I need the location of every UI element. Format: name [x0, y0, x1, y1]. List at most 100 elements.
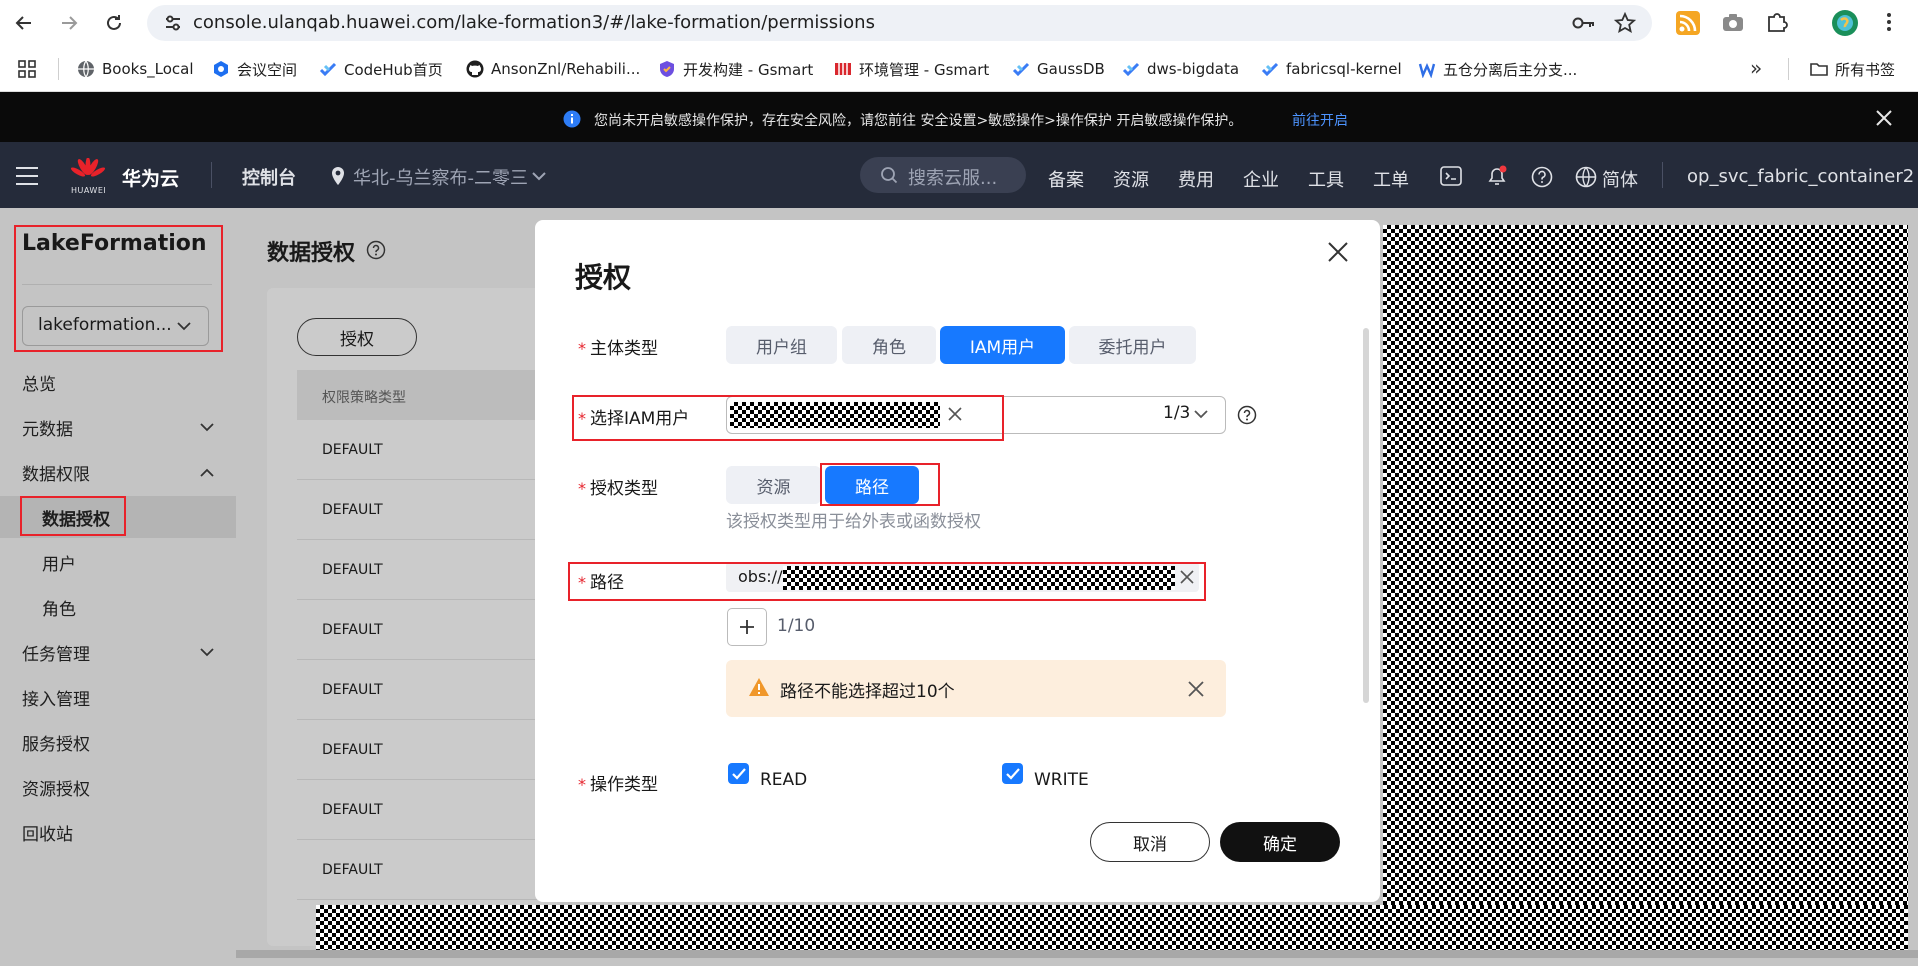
- sidebar-item-users[interactable]: 用户: [42, 550, 76, 575]
- sidebar-item-metadata[interactable]: 元数据: [22, 415, 73, 440]
- bookmark-item[interactable]: CodeHub首页: [319, 58, 443, 80]
- auth-option-resource[interactable]: 资源: [726, 466, 821, 504]
- bookmark-item[interactable]: 会议空间: [212, 58, 297, 80]
- sidebar-item-recycle-bin[interactable]: 回收站: [22, 820, 73, 845]
- enable-protection-link[interactable]: 前往开启: [1292, 110, 1348, 130]
- principal-option-user-group[interactable]: 用户组: [726, 326, 837, 364]
- nav-enterprise[interactable]: 企业: [1243, 166, 1279, 192]
- chevron-down-icon[interactable]: [1194, 410, 1208, 419]
- table-row[interactable]: DEFAULT: [297, 420, 557, 480]
- table-row[interactable]: DEFAULT: [297, 600, 557, 660]
- codehub-icon: [319, 62, 337, 77]
- console-link[interactable]: 控制台: [242, 164, 296, 190]
- forward-button[interactable]: [57, 11, 81, 35]
- close-warning-icon[interactable]: [1188, 681, 1204, 697]
- close-notice-icon[interactable]: [1874, 108, 1894, 128]
- column-header-policy-type[interactable]: 权限策略类型: [322, 387, 406, 407]
- horizontal-scrollbar[interactable]: [236, 950, 1918, 958]
- notification-bell-icon[interactable]: [1486, 165, 1508, 187]
- back-button[interactable]: [12, 11, 36, 35]
- table-row[interactable]: DEFAULT: [297, 720, 557, 780]
- brand-name[interactable]: 华为云: [122, 164, 179, 191]
- chevron-down-icon[interactable]: [532, 172, 546, 181]
- chevron-down-icon[interactable]: [200, 423, 214, 432]
- cancel-button[interactable]: 取消: [1090, 822, 1210, 862]
- extensions-puzzle-icon[interactable]: [1766, 11, 1788, 33]
- chevron-down-icon[interactable]: [200, 648, 214, 657]
- bookmarks-divider: [58, 58, 59, 80]
- grant-button[interactable]: 授权: [297, 318, 417, 356]
- path-count: 1/10: [777, 616, 816, 636]
- region-selector[interactable]: 华北-乌兰察布-二零三: [353, 164, 528, 190]
- redacted-region-right: [1383, 225, 1908, 955]
- bookmark-item[interactable]: fabricsql-kernel: [1261, 58, 1402, 80]
- sidebar-item-access-management[interactable]: 接入管理: [22, 685, 90, 710]
- sidebar-item-task-management[interactable]: 任务管理: [22, 640, 90, 665]
- annotation-highlight-path: [568, 562, 1206, 601]
- add-path-button[interactable]: [727, 608, 767, 646]
- rss-icon[interactable]: [1676, 11, 1700, 35]
- table-row[interactable]: DEFAULT: [297, 840, 557, 900]
- write-checkbox-label[interactable]: WRITE: [1034, 770, 1089, 790]
- sidebar-item-data-permissions[interactable]: 数据权限: [22, 460, 90, 485]
- bookmark-item[interactable]: AnsonZnl/Rehabili...: [466, 58, 640, 80]
- huawei-logo-icon[interactable]: [70, 158, 106, 184]
- plus-icon: [740, 620, 754, 634]
- dws-icon: [1122, 62, 1140, 77]
- nav-tools[interactable]: 工具: [1308, 166, 1344, 192]
- write-checkbox[interactable]: [1002, 763, 1023, 784]
- all-bookmarks-button[interactable]: 所有书签: [1810, 58, 1895, 80]
- bookmark-item[interactable]: GaussDB: [1012, 58, 1105, 80]
- close-dialog-icon[interactable]: [1327, 241, 1349, 263]
- read-checkbox[interactable]: [728, 763, 749, 784]
- sidebar-item-service-authorization[interactable]: 服务授权: [22, 730, 90, 755]
- language-globe-icon[interactable]: [1575, 166, 1597, 188]
- terminal-icon[interactable]: [1440, 166, 1462, 186]
- info-icon: [563, 110, 581, 128]
- gsmart-shield-icon: [660, 61, 674, 77]
- help-circle-icon[interactable]: [1237, 405, 1257, 425]
- nav-filing[interactable]: 备案: [1048, 166, 1084, 192]
- bookmark-item[interactable]: 开发构建 - Gsmart: [658, 58, 813, 80]
- chevron-up-icon[interactable]: [200, 468, 214, 477]
- language-selector[interactable]: 简体: [1602, 166, 1638, 192]
- password-key-icon[interactable]: [1572, 13, 1596, 33]
- bookmark-item[interactable]: dws-bigdata: [1122, 58, 1239, 80]
- bookmark-item[interactable]: 环境管理 - Gsmart: [834, 58, 989, 80]
- table-row[interactable]: DEFAULT: [297, 480, 557, 540]
- nav-tickets[interactable]: 工单: [1373, 166, 1409, 192]
- nav-billing[interactable]: 费用: [1178, 166, 1214, 192]
- hamburger-menu-icon[interactable]: [15, 166, 39, 186]
- folder-icon: [1810, 63, 1828, 76]
- reload-button[interactable]: [102, 11, 126, 35]
- bookmark-item[interactable]: 五仓分离后主分支...: [1418, 58, 1577, 80]
- url-text[interactable]: console.ulanqab.huawei.com/lake-formatio…: [193, 12, 875, 33]
- username[interactable]: op_svc_fabric_container2: [1687, 166, 1914, 187]
- bookmark-item[interactable]: Books_Local: [77, 58, 194, 80]
- sidebar-item-overview[interactable]: 总览: [22, 370, 56, 395]
- bookmark-star-icon[interactable]: [1614, 12, 1636, 34]
- page-title: 数据授权: [267, 241, 356, 266]
- sidebar-item-roles[interactable]: 角色: [42, 595, 76, 620]
- read-checkbox-label[interactable]: READ: [760, 770, 807, 790]
- browser-menu-icon[interactable]: [1886, 11, 1892, 33]
- principal-option-iam-user[interactable]: IAM用户: [940, 326, 1065, 364]
- principal-option-role[interactable]: 角色: [842, 326, 936, 364]
- help-icon[interactable]: [1531, 166, 1553, 188]
- camera-icon[interactable]: [1722, 13, 1744, 33]
- sidebar-item-resource-authorization[interactable]: 资源授权: [22, 775, 90, 800]
- confirm-button[interactable]: 确定: [1220, 822, 1340, 862]
- dialog-scrollbar[interactable]: [1363, 328, 1369, 703]
- profile-avatar-icon[interactable]: [1832, 10, 1858, 36]
- principal-option-delegated-user[interactable]: 委托用户: [1069, 326, 1196, 364]
- site-info-icon[interactable]: [164, 14, 182, 32]
- nav-resources[interactable]: 资源: [1113, 166, 1149, 192]
- more-bookmarks-button[interactable]: »: [1750, 56, 1762, 80]
- table-row[interactable]: DEFAULT: [297, 780, 557, 840]
- table-row[interactable]: DEFAULT: [297, 660, 557, 720]
- apps-grid-icon[interactable]: [18, 60, 36, 78]
- auth-type-label: * 授权类型: [578, 479, 658, 499]
- header-divider: [211, 162, 212, 188]
- table-row[interactable]: DEFAULT: [297, 540, 557, 600]
- help-circle-icon[interactable]: [366, 240, 386, 260]
